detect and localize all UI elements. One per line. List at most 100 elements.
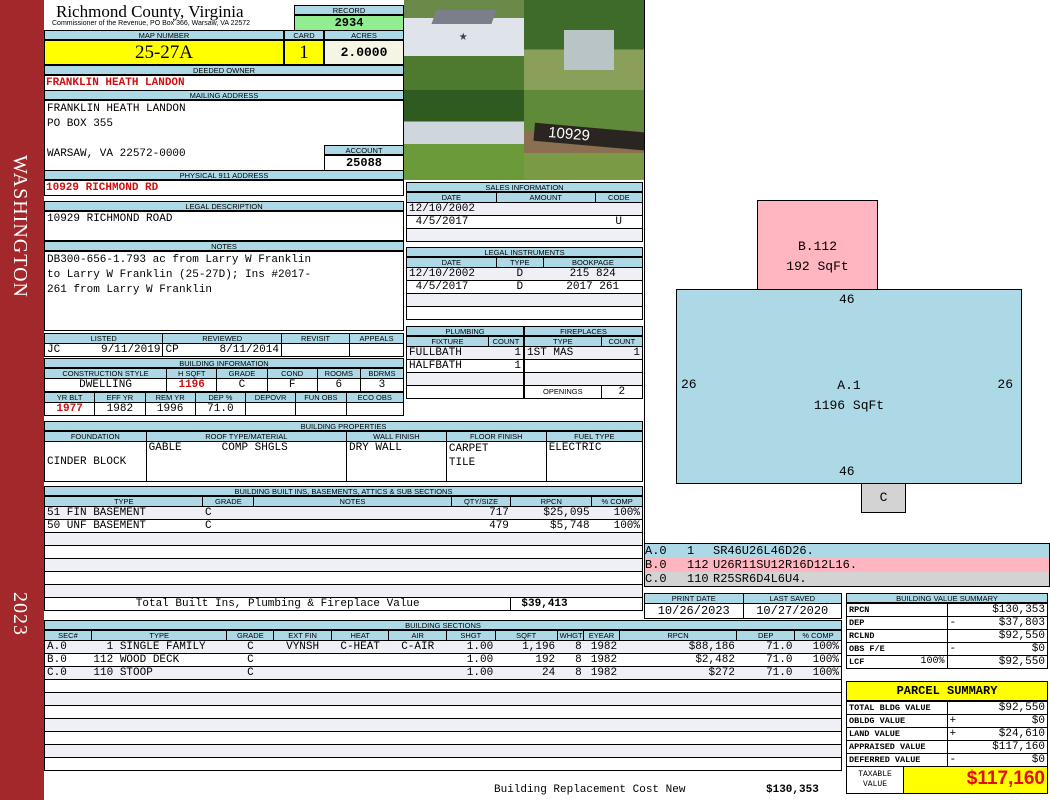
- section-row-cell: 1.00: [446, 666, 496, 680]
- builtin-row-cell: [253, 584, 452, 598]
- plumbing-row-cell: 1: [488, 346, 525, 360]
- section-row-cell: [583, 692, 620, 706]
- sketch-section-a[interactable]: A.1 1196 SqFt 46 46 26 26: [676, 289, 1022, 484]
- section-row-cell: [495, 679, 558, 693]
- bvs-value: $92,550: [967, 655, 1049, 669]
- deeded-owner-label: DEEDED OWNER: [44, 65, 404, 75]
- properties-header-cell: FOUNDATION: [44, 431, 147, 442]
- section-row-cell: C.0: [44, 666, 92, 680]
- section-row-cell: [619, 679, 737, 693]
- builtins-header-cell: NOTES: [253, 496, 452, 507]
- legend-row-a: A.0 1 SR46U26L46D26.: [645, 544, 1049, 558]
- address-sign-photo[interactable]: 10929: [524, 90, 644, 180]
- section-row-cell: [736, 679, 795, 693]
- builtin-row-cell: [253, 506, 452, 520]
- builtin-row: 51 FIN BASEMENT C 717 $25,095 100%: [43, 506, 643, 520]
- county-subtitle: Commissioner of the Revenue, PO Box 366,…: [52, 20, 251, 27]
- bvs-value: $130,353: [967, 603, 1049, 617]
- record-number: 2934: [294, 15, 404, 31]
- section-row-cell: [446, 705, 496, 719]
- fireplace-row: [524, 372, 644, 386]
- sketch-section-b[interactable]: B.112 192 SqFt: [757, 200, 878, 290]
- section-row-cell: [331, 679, 389, 693]
- building-info-header-cell: CONSTRUCTION STYLE: [43, 368, 168, 379]
- builtin-row-cell: [253, 571, 452, 585]
- plumbing-row: HALFBATH 1: [406, 359, 525, 373]
- section-row-cell: 1982: [583, 666, 620, 680]
- sales-row-cell: 4/5/2017: [406, 215, 497, 229]
- district-name: WASHINGTON: [9, 155, 31, 298]
- sales-date-header: DATE: [406, 192, 497, 203]
- section-row-cell: [91, 679, 227, 693]
- plumbing-row: [406, 372, 525, 386]
- parcel-sign: +: [946, 727, 968, 741]
- sketch-section-c[interactable]: C: [861, 483, 906, 513]
- legal-instruments-label: LEGAL INSTRUMENTS: [406, 247, 643, 257]
- builtin-row-cell: C: [202, 506, 254, 520]
- fuel-type: ELECTRIC: [545, 441, 644, 482]
- section-b-area: 192 SqFt: [786, 259, 849, 274]
- sales-row: [406, 228, 644, 242]
- section-row-cell: [557, 757, 584, 771]
- parcel-name: DEFERRED VALUE: [849, 755, 921, 765]
- rooms: 6: [316, 378, 361, 392]
- section-row-cell: [388, 757, 447, 771]
- builtin-row: 50 UNF BASEMENT C 479 $5,748 100%: [43, 519, 643, 533]
- shed-photo[interactable]: [524, 0, 644, 90]
- section-a-right-dim: 26: [997, 377, 1013, 392]
- bvs-sign: -: [946, 642, 968, 656]
- builtin-row-cell: [451, 545, 511, 559]
- address-sign-number: 10929: [533, 122, 644, 152]
- builtin-row-cell: [253, 519, 452, 533]
- builtin-row-cell: [43, 532, 203, 546]
- section-row: [44, 731, 843, 745]
- builtin-row-cell: 100%: [591, 519, 643, 533]
- notes-text: DB300-656-1.793 ac from Larry W Franklin…: [47, 254, 312, 296]
- parcel-summary-label: PARCEL SUMMARY: [846, 681, 1048, 701]
- section-b-label: B.112: [797, 239, 837, 254]
- revisit-value: [280, 343, 351, 357]
- building-info-header-cell: ECO OBS: [345, 392, 404, 403]
- sections-header-cell: AIR: [388, 630, 447, 641]
- section-row-cell: [583, 731, 620, 745]
- section-row-cell: [91, 692, 227, 706]
- section-row-cell: [583, 757, 620, 771]
- plumbing-row-cell: [406, 385, 489, 399]
- properties-table: FOUNDATION ROOF TYPE/MATERIAL WALL FINISH F…: [44, 431, 644, 482]
- building-info-header-cell: BDRMS: [359, 368, 405, 379]
- section-row-cell: [495, 718, 558, 732]
- instrument-row-cell: [543, 293, 644, 307]
- section-row-cell: [619, 718, 737, 732]
- account-label: ACCOUNT: [324, 145, 404, 155]
- last-saved-label: LAST SAVED: [742, 593, 842, 604]
- parcel-sign: -: [946, 753, 968, 767]
- section-row-cell: [273, 744, 332, 758]
- house-photo-front[interactable]: ★: [404, 0, 524, 90]
- section-row-cell: [273, 653, 332, 667]
- section-row-cell: A.0: [44, 640, 92, 654]
- instr-date-header: DATE: [406, 257, 497, 268]
- builtin-row-cell: [202, 558, 254, 572]
- builtin-row-cell: [510, 545, 592, 559]
- section-row-cell: [226, 718, 274, 732]
- builtin-row-cell: [451, 571, 511, 585]
- section-row-cell: [794, 757, 843, 771]
- section-row-cell: [736, 757, 795, 771]
- section-a-area: 1196 SqFt: [813, 398, 885, 413]
- sections-header-cell: % COMP: [793, 630, 843, 641]
- builtin-row-cell: [202, 545, 254, 559]
- parcel-name: TOTAL BLDG VALUE: [849, 703, 931, 713]
- builtin-row: [43, 584, 643, 598]
- bvs-value: $92,550: [967, 629, 1049, 643]
- section-row-cell: [557, 679, 584, 693]
- instrument-row-cell: 12/10/2002: [406, 267, 497, 281]
- builtin-row-cell: $5,748: [510, 519, 592, 533]
- house-photo-side[interactable]: [404, 90, 524, 180]
- dep-override: [244, 402, 297, 416]
- section-row-cell: [273, 679, 332, 693]
- bvs-name: RPCN: [849, 605, 870, 615]
- section-row-cell: [388, 653, 447, 667]
- section-row-cell: [495, 705, 558, 719]
- builtin-row-cell: [43, 584, 203, 598]
- building-sketch[interactable]: B.112 192 SqFt A.1 1196 SqFt 46 46 26 26…: [644, 0, 1050, 545]
